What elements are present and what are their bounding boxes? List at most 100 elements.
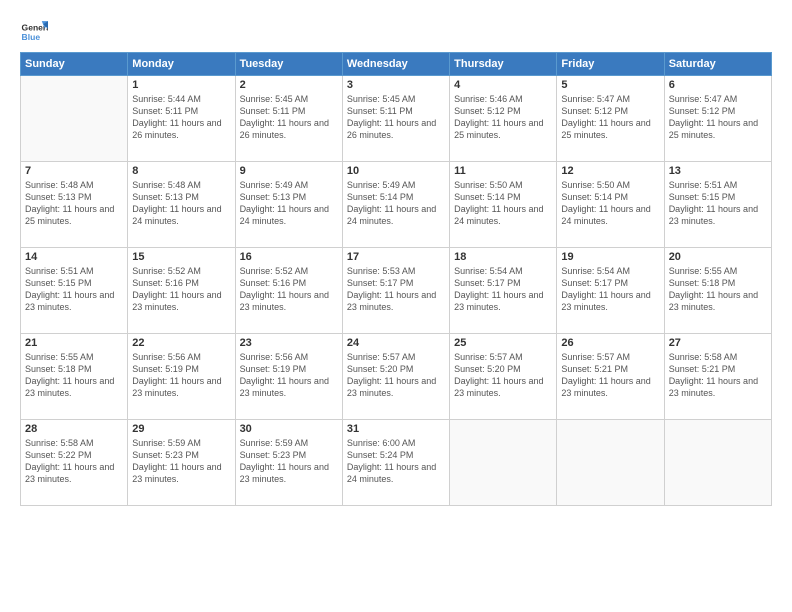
calendar-cell: 1 Sunrise: 5:44 AMSunset: 5:11 PMDaylight… <box>128 76 235 162</box>
day-info: Sunrise: 5:56 AMSunset: 5:19 PMDaylight:… <box>240 351 338 400</box>
day-number: 16 <box>240 251 338 263</box>
week-row-1: 7 Sunrise: 5:48 AMSunset: 5:13 PMDaylight… <box>21 162 772 248</box>
calendar-cell <box>557 420 664 506</box>
calendar-cell: 15 Sunrise: 5:52 AMSunset: 5:16 PMDayligh… <box>128 248 235 334</box>
day-info: Sunrise: 5:54 AMSunset: 5:17 PMDaylight:… <box>561 265 659 314</box>
day-info: Sunrise: 6:00 AMSunset: 5:24 PMDaylight:… <box>347 437 445 486</box>
day-number: 6 <box>669 79 767 91</box>
day-info: Sunrise: 5:44 AMSunset: 5:11 PMDaylight:… <box>132 93 230 142</box>
svg-text:Blue: Blue <box>22 32 41 42</box>
calendar-cell: 24Sunrise: 5:57 AMSunset: 5:20 PMDayligh… <box>342 334 449 420</box>
day-info: Sunrise: 5:57 AMSunset: 5:21 PMDaylight:… <box>561 351 659 400</box>
calendar-cell: 13 Sunrise: 5:51 AMSunset: 5:15 PMDayligh… <box>664 162 771 248</box>
header: General Blue <box>20 18 772 46</box>
calendar: SundayMondayTuesdayWednesdayThursdayFrid… <box>20 52 772 506</box>
day-info: Sunrise: 5:55 AMSunset: 5:18 PMDaylight:… <box>25 351 123 400</box>
calendar-cell: 2Sunrise: 5:45 AMSunset: 5:11 PMDaylight… <box>235 76 342 162</box>
week-row-3: 21 Sunrise: 5:55 AMSunset: 5:18 PMDayligh… <box>21 334 772 420</box>
day-number: 24 <box>347 337 445 349</box>
calendar-cell: 14 Sunrise: 5:51 AMSunset: 5:15 PMDayligh… <box>21 248 128 334</box>
calendar-cell: 25Sunrise: 5:57 AMSunset: 5:20 PMDayligh… <box>450 334 557 420</box>
page: General Blue SundayMondayTuesdayWednesda… <box>0 0 792 612</box>
day-number: 19 <box>561 251 659 263</box>
calendar-cell: 8 Sunrise: 5:48 AMSunset: 5:13 PMDaylight… <box>128 162 235 248</box>
day-number: 11 <box>454 165 552 177</box>
day-info: Sunrise: 5:59 AMSunset: 5:23 PMDaylight:… <box>240 437 338 486</box>
weekday-header-wednesday: Wednesday <box>342 53 449 76</box>
calendar-cell: 20 Sunrise: 5:55 AMSunset: 5:18 PMDayligh… <box>664 248 771 334</box>
weekday-header-friday: Friday <box>557 53 664 76</box>
day-info: Sunrise: 5:51 AMSunset: 5:15 PMDaylight:… <box>669 179 767 228</box>
day-number: 13 <box>669 165 767 177</box>
calendar-cell: 6 Sunrise: 5:47 AMSunset: 5:12 PMDaylight… <box>664 76 771 162</box>
calendar-cell <box>450 420 557 506</box>
calendar-cell: 10Sunrise: 5:49 AMSunset: 5:14 PMDayligh… <box>342 162 449 248</box>
day-number: 9 <box>240 165 338 177</box>
day-number: 30 <box>240 423 338 435</box>
weekday-header-tuesday: Tuesday <box>235 53 342 76</box>
day-info: Sunrise: 5:47 AMSunset: 5:12 PMDaylight:… <box>561 93 659 142</box>
day-number: 1 <box>132 79 230 91</box>
day-number: 26 <box>561 337 659 349</box>
day-number: 12 <box>561 165 659 177</box>
day-info: Sunrise: 5:53 AMSunset: 5:17 PMDaylight:… <box>347 265 445 314</box>
day-number: 21 <box>25 337 123 349</box>
calendar-cell: 3Sunrise: 5:45 AMSunset: 5:11 PMDaylight… <box>342 76 449 162</box>
day-info: Sunrise: 5:50 AMSunset: 5:14 PMDaylight:… <box>454 179 552 228</box>
day-number: 7 <box>25 165 123 177</box>
calendar-cell: 18Sunrise: 5:54 AMSunset: 5:17 PMDayligh… <box>450 248 557 334</box>
calendar-cell: 11 Sunrise: 5:50 AMSunset: 5:14 PMDayligh… <box>450 162 557 248</box>
calendar-cell <box>664 420 771 506</box>
day-number: 14 <box>25 251 123 263</box>
calendar-cell: 30 Sunrise: 5:59 AMSunset: 5:23 PMDayligh… <box>235 420 342 506</box>
calendar-cell: 21 Sunrise: 5:55 AMSunset: 5:18 PMDayligh… <box>21 334 128 420</box>
day-number: 18 <box>454 251 552 263</box>
calendar-cell: 19 Sunrise: 5:54 AMSunset: 5:17 PMDayligh… <box>557 248 664 334</box>
calendar-cell: 12 Sunrise: 5:50 AMSunset: 5:14 PMDayligh… <box>557 162 664 248</box>
day-info: Sunrise: 5:58 AMSunset: 5:22 PMDaylight:… <box>25 437 123 486</box>
day-number: 29 <box>132 423 230 435</box>
day-info: Sunrise: 5:51 AMSunset: 5:15 PMDaylight:… <box>25 265 123 314</box>
calendar-cell: 16 Sunrise: 5:52 AMSunset: 5:16 PMDayligh… <box>235 248 342 334</box>
day-info: Sunrise: 5:49 AMSunset: 5:14 PMDaylight:… <box>347 179 445 228</box>
day-number: 31 <box>347 423 445 435</box>
day-info: Sunrise: 5:55 AMSunset: 5:18 PMDaylight:… <box>669 265 767 314</box>
calendar-cell: 26 Sunrise: 5:57 AMSunset: 5:21 PMDayligh… <box>557 334 664 420</box>
calendar-cell: 7 Sunrise: 5:48 AMSunset: 5:13 PMDaylight… <box>21 162 128 248</box>
week-row-2: 14 Sunrise: 5:51 AMSunset: 5:15 PMDayligh… <box>21 248 772 334</box>
week-row-0: 1 Sunrise: 5:44 AMSunset: 5:11 PMDaylight… <box>21 76 772 162</box>
calendar-cell <box>21 76 128 162</box>
day-info: Sunrise: 5:45 AMSunset: 5:11 PMDaylight:… <box>240 93 338 142</box>
calendar-cell: 4 Sunrise: 5:46 AMSunset: 5:12 PMDaylight… <box>450 76 557 162</box>
calendar-cell: 17 Sunrise: 5:53 AMSunset: 5:17 PMDayligh… <box>342 248 449 334</box>
calendar-cell: 9 Sunrise: 5:49 AMSunset: 5:13 PMDaylight… <box>235 162 342 248</box>
day-info: Sunrise: 5:47 AMSunset: 5:12 PMDaylight:… <box>669 93 767 142</box>
day-info: Sunrise: 5:48 AMSunset: 5:13 PMDaylight:… <box>25 179 123 228</box>
day-info: Sunrise: 5:46 AMSunset: 5:12 PMDaylight:… <box>454 93 552 142</box>
weekday-header-row: SundayMondayTuesdayWednesdayThursdayFrid… <box>21 53 772 76</box>
week-row-4: 28 Sunrise: 5:58 AMSunset: 5:22 PMDayligh… <box>21 420 772 506</box>
calendar-cell: 29 Sunrise: 5:59 AMSunset: 5:23 PMDayligh… <box>128 420 235 506</box>
day-info: Sunrise: 5:59 AMSunset: 5:23 PMDaylight:… <box>132 437 230 486</box>
day-number: 25 <box>454 337 552 349</box>
day-number: 23 <box>240 337 338 349</box>
day-number: 28 <box>25 423 123 435</box>
weekday-header-thursday: Thursday <box>450 53 557 76</box>
day-info: Sunrise: 5:49 AMSunset: 5:13 PMDaylight:… <box>240 179 338 228</box>
day-info: Sunrise: 5:58 AMSunset: 5:21 PMDaylight:… <box>669 351 767 400</box>
day-info: Sunrise: 5:48 AMSunset: 5:13 PMDaylight:… <box>132 179 230 228</box>
day-number: 17 <box>347 251 445 263</box>
day-number: 4 <box>454 79 552 91</box>
day-number: 5 <box>561 79 659 91</box>
day-number: 27 <box>669 337 767 349</box>
day-number: 20 <box>669 251 767 263</box>
day-number: 3 <box>347 79 445 91</box>
day-info: Sunrise: 5:50 AMSunset: 5:14 PMDaylight:… <box>561 179 659 228</box>
logo: General Blue <box>20 18 48 46</box>
logo-icon: General Blue <box>20 18 48 46</box>
day-info: Sunrise: 5:52 AMSunset: 5:16 PMDaylight:… <box>240 265 338 314</box>
calendar-cell: 28 Sunrise: 5:58 AMSunset: 5:22 PMDayligh… <box>21 420 128 506</box>
day-info: Sunrise: 5:52 AMSunset: 5:16 PMDaylight:… <box>132 265 230 314</box>
day-number: 15 <box>132 251 230 263</box>
day-number: 8 <box>132 165 230 177</box>
